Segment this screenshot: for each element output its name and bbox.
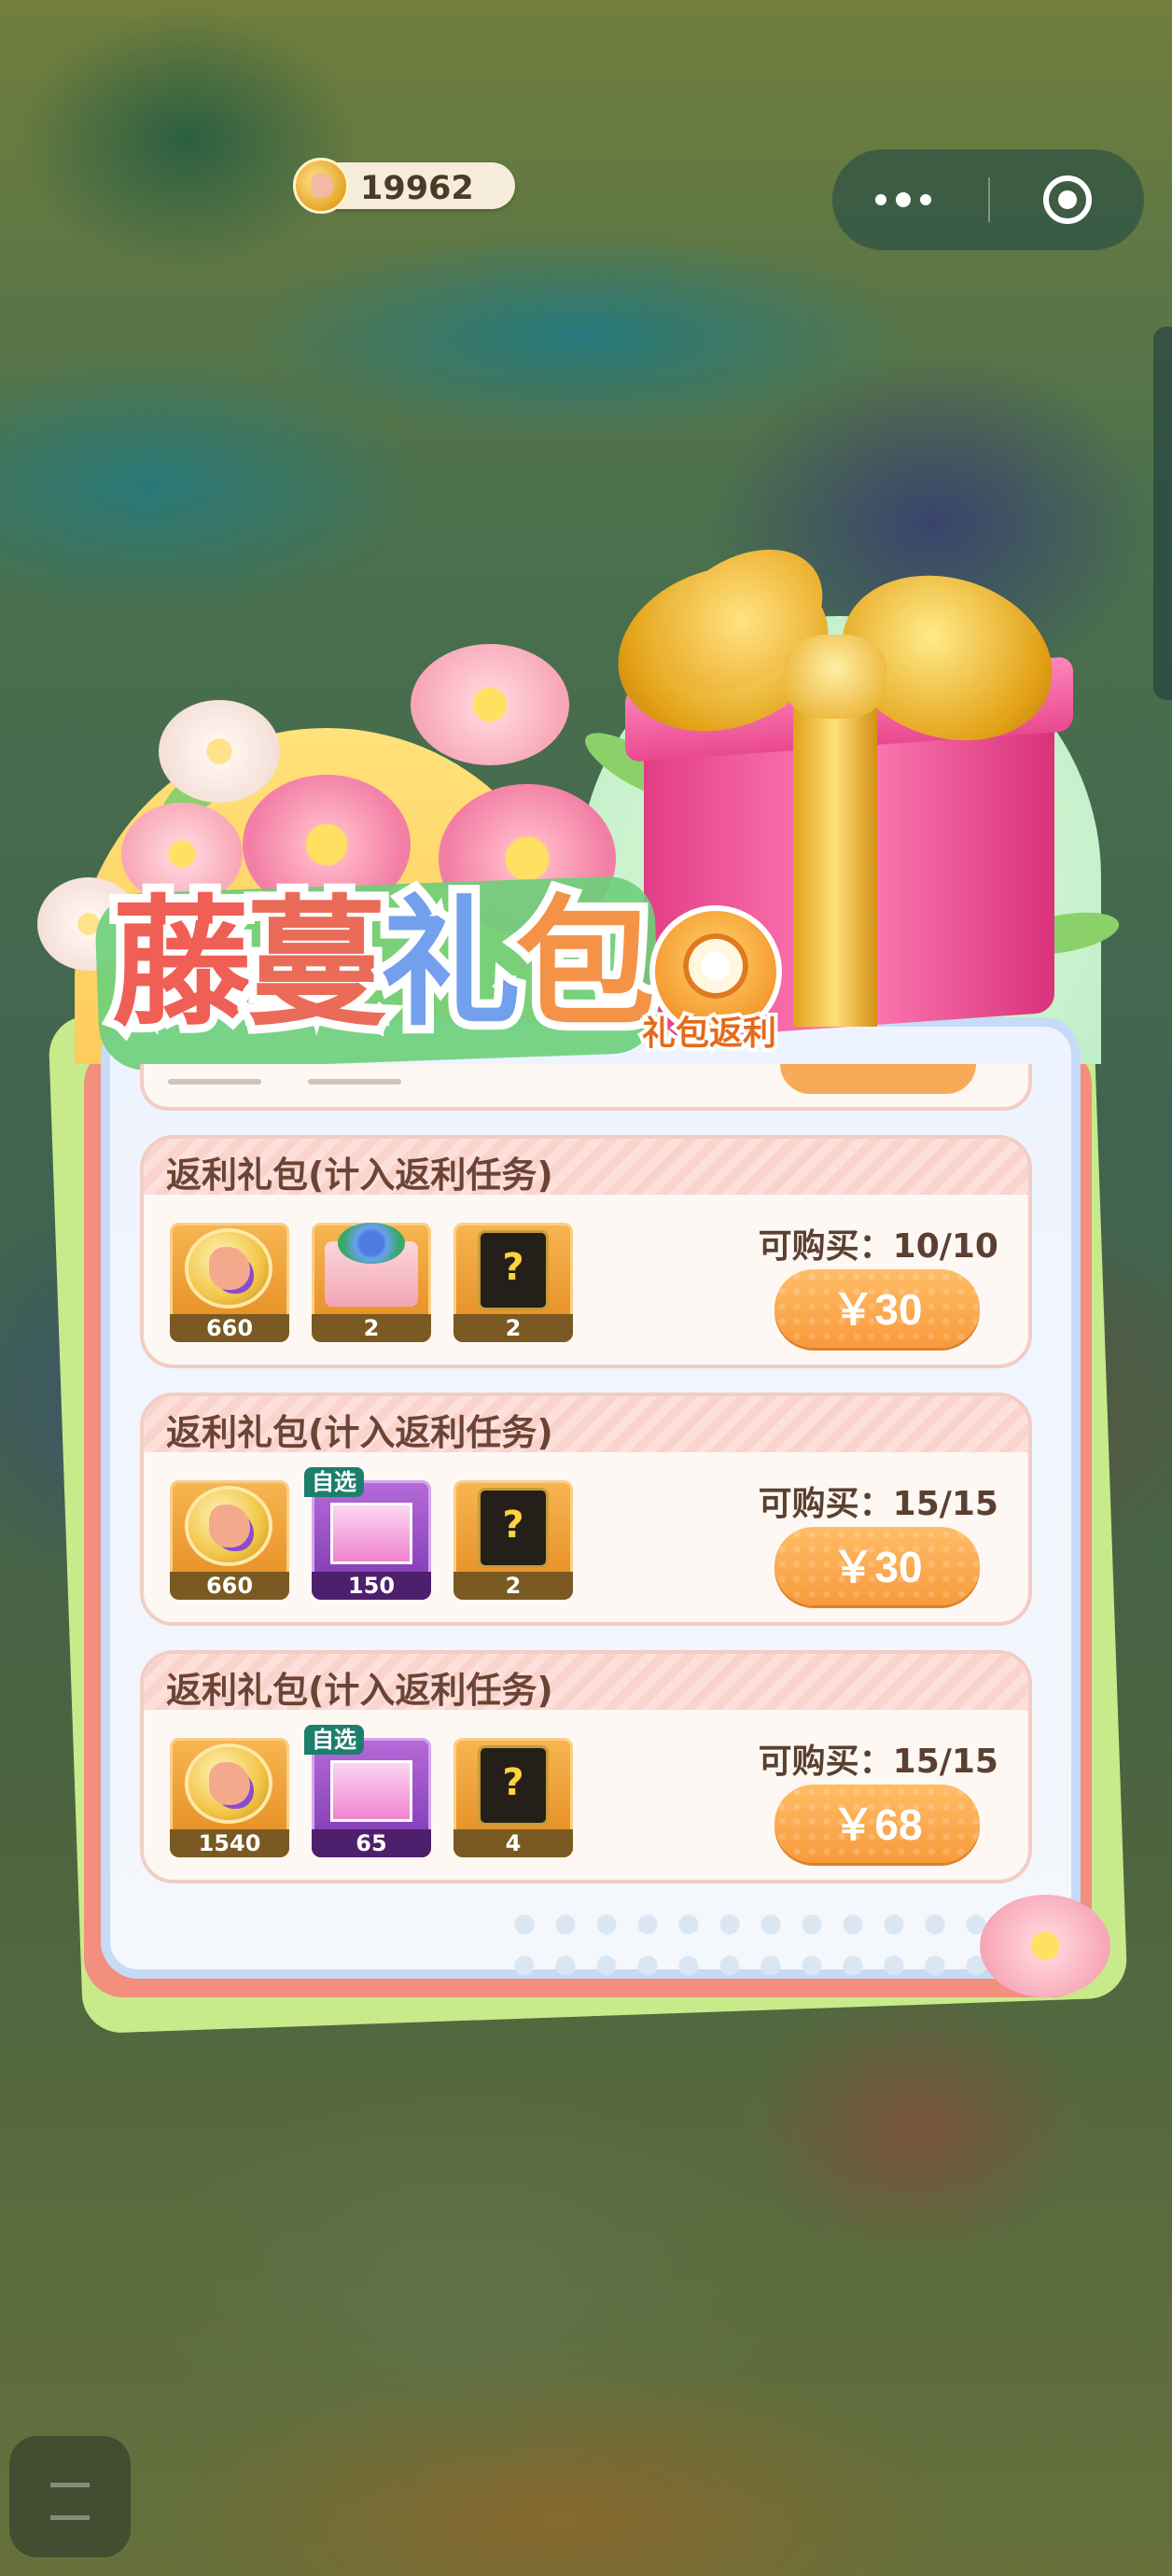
close-target-icon[interactable]	[1043, 175, 1092, 224]
mini-program-capsule	[832, 149, 1144, 250]
side-drawer-tab[interactable]	[1153, 327, 1172, 700]
menu-button[interactable]	[9, 2436, 131, 2557]
gift-box-icon	[330, 1503, 412, 1564]
rebate-badge-label[interactable]: 礼包返利	[638, 1006, 780, 1057]
mystery-card-icon	[478, 1488, 549, 1568]
reward-item-gift-box[interactable]: 150 自选	[304, 1467, 431, 1600]
gift-bow-knot	[784, 635, 886, 719]
reward-item-mystery-card[interactable]: 2	[453, 1480, 573, 1600]
reward-item-envelope[interactable]: 2	[312, 1223, 431, 1342]
pack-title: 返利礼包(计入返利任务)	[166, 1412, 553, 1453]
title-char: 礼	[372, 883, 529, 1045]
pack-title: 返利礼包(计入返利任务)	[166, 1670, 553, 1711]
coin-icon	[188, 1490, 269, 1562]
partial-price-button[interactable]	[780, 1064, 976, 1094]
item-count: 2	[453, 1314, 573, 1342]
item-count: 4	[453, 1829, 573, 1857]
pack-card-header: 返利礼包(计入返利任务)	[144, 1139, 1028, 1196]
mystery-card-icon	[478, 1745, 549, 1826]
pack-card: 返利礼包(计入返利任务) 可购买：15/15 ￥68 1540 65 自选 4	[140, 1650, 1032, 1883]
pack-title: 返利礼包(计入返利任务)	[166, 1155, 553, 1196]
pack-card-header: 返利礼包(计入返利任务)	[144, 1654, 1028, 1711]
page-title: 藤蔓礼包	[104, 886, 663, 1043]
title-char: 藤	[104, 883, 260, 1045]
purchase-limit: 可购买：15/15	[758, 1743, 998, 1781]
title-char: 蔓	[238, 883, 395, 1045]
flower-decoration	[411, 644, 569, 765]
partial-item	[168, 1079, 261, 1085]
flower-decoration	[980, 1895, 1110, 1997]
item-count: 660	[170, 1314, 289, 1342]
more-icon[interactable]	[875, 185, 959, 213]
optional-tag: 自选	[304, 1725, 364, 1755]
pack-card: 返利礼包(计入返利任务) 可购买：15/15 ￥30 660 150 自选 2	[140, 1393, 1032, 1626]
item-count: 2	[453, 1572, 573, 1600]
reward-item-mystery-card[interactable]: 4	[453, 1738, 573, 1857]
panel-dot-pattern	[504, 1904, 1045, 1979]
reward-item-coin[interactable]: 1540	[170, 1738, 289, 1857]
gift-box-icon	[330, 1760, 412, 1822]
item-count: 2	[312, 1314, 431, 1342]
title-char: 包	[507, 883, 663, 1045]
coin-balance-pill[interactable]: 19962	[293, 158, 515, 214]
reward-item-coin[interactable]: 660	[170, 1223, 289, 1342]
item-count: 660	[170, 1572, 289, 1600]
buy-button[interactable]: ￥30	[774, 1269, 980, 1348]
coin-balance: 19962	[360, 170, 474, 207]
buy-button[interactable]: ￥68	[774, 1785, 980, 1863]
coin-icon	[188, 1747, 269, 1820]
pack-card: 返利礼包(计入返利任务) 可购买：10/10￥30 660 22	[140, 1135, 1032, 1368]
coin-icon	[293, 158, 349, 214]
flower-decoration	[159, 700, 280, 803]
coin-icon	[188, 1232, 269, 1305]
capsule-divider	[988, 177, 990, 222]
item-count: 150	[312, 1572, 431, 1600]
purchase-limit: 可购买：10/10	[758, 1227, 998, 1266]
item-count: 65	[312, 1829, 431, 1857]
mystery-card-icon	[478, 1230, 549, 1310]
optional-tag: 自选	[304, 1467, 364, 1497]
reward-item-gift-box[interactable]: 65 自选	[304, 1725, 431, 1857]
flower-envelope-icon	[325, 1223, 418, 1307]
partial-item	[308, 1079, 401, 1085]
pack-card-header: 返利礼包(计入返利任务)	[144, 1396, 1028, 1453]
reward-item-coin[interactable]: 660	[170, 1480, 289, 1600]
reward-item-mystery-card[interactable]: 2	[453, 1223, 573, 1342]
item-count: 1540	[170, 1829, 289, 1857]
buy-button[interactable]: ￥30	[774, 1527, 980, 1605]
purchase-limit: 可购买：15/15	[758, 1485, 998, 1523]
